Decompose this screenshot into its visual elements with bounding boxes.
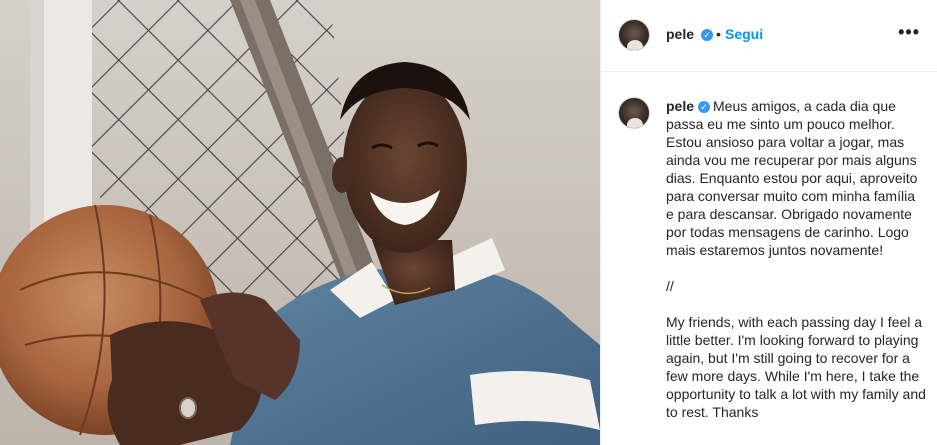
post-header: pele ✓ • Segui ••• xyxy=(601,0,937,72)
caption-area: pele ✓ Meus amigos, a cada dia que passa e… xyxy=(601,72,937,445)
caption-username-link[interactable]: pele xyxy=(666,98,694,114)
follow-button[interactable]: Segui xyxy=(725,26,763,42)
verified-badge-icon: ✓ xyxy=(701,29,713,41)
post-side-panel: pele ✓ • Segui ••• pele ✓ Meus amigos, a c… xyxy=(600,0,937,445)
avatar[interactable] xyxy=(618,19,650,51)
post-photo[interactable] xyxy=(0,0,600,445)
caption-text: pele ✓ Meus amigos, a cada dia que passa e… xyxy=(666,97,926,421)
username-link[interactable]: pele xyxy=(666,26,694,42)
caption-verified-badge-icon: ✓ xyxy=(698,101,711,113)
caption-body: Meus amigos, a cada dia que passa eu me … xyxy=(666,98,926,420)
more-options-icon[interactable]: ••• xyxy=(898,22,920,43)
photo-illustration xyxy=(0,0,600,445)
separator-dot: • xyxy=(716,26,721,42)
caption-avatar[interactable] xyxy=(618,97,650,129)
